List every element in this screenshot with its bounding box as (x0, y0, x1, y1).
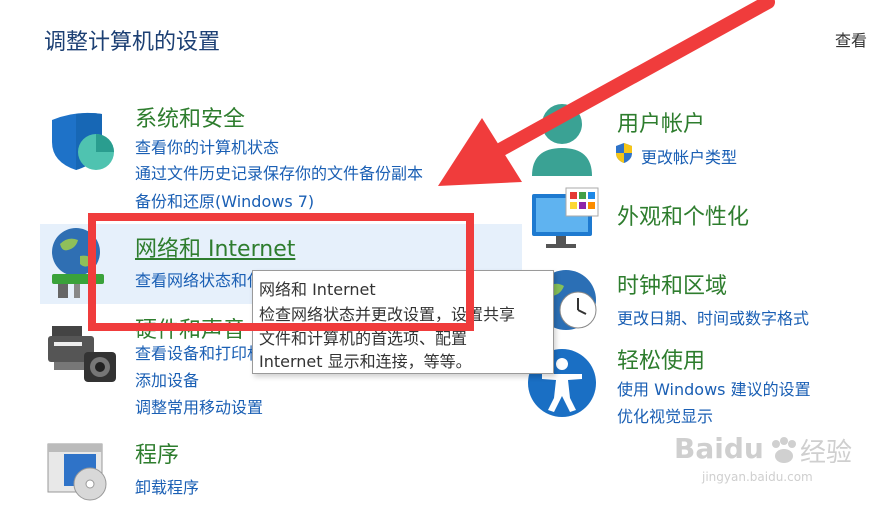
link-optimize-display[interactable]: 优化视觉显示 (617, 403, 713, 427)
programs-icon[interactable] (46, 440, 116, 502)
link-backup-restore[interactable]: 备份和还原(Windows 7) (135, 188, 314, 212)
category-programs[interactable]: 程序 (135, 437, 179, 469)
network-tooltip: 网络和 Internet 检查网络状态并更改设置，设置共享 文件和计算机的首选项… (252, 270, 554, 374)
printer-camera-icon[interactable] (46, 322, 118, 384)
link-uninstall-program[interactable]: 卸载程序 (135, 474, 199, 498)
category-user-accounts[interactable]: 用户帐户 (617, 106, 705, 138)
link-view-computer-status[interactable]: 查看你的计算机状态 (135, 134, 279, 158)
link-devices-printers[interactable]: 查看设备和打印机 (135, 340, 263, 364)
tooltip-title: 网络和 Internet (259, 280, 376, 299)
category-appearance-personalization[interactable]: 外观和个性化 (617, 199, 749, 231)
watermark-url: jingyan.baidu.com (702, 470, 813, 484)
user-accounts-icon[interactable] (528, 100, 598, 180)
baidu-jingyan-watermark: Baidu 经验 jingyan.baidu.com (668, 430, 868, 500)
tooltip-line: 检查网络状态并更改设置，设置共享 (259, 305, 516, 324)
globe-network-icon[interactable] (46, 226, 116, 302)
link-recommended-settings[interactable]: 使用 Windows 建议的设置 (617, 376, 811, 400)
tooltip-line: 文件和计算机的首选项、配置 (259, 329, 468, 348)
view-by-label[interactable]: 查看 (835, 27, 867, 51)
link-change-date-time-format[interactable]: 更改日期、时间或数字格式 (617, 305, 809, 329)
link-file-history-backup[interactable]: 通过文件历史记录保存你的文件备份副本 (135, 160, 423, 184)
uac-shield-icon (616, 143, 632, 163)
paw-icon (772, 437, 796, 463)
category-ease-of-access[interactable]: 轻松使用 (617, 343, 705, 375)
watermark-brand: Baidu (674, 432, 764, 465)
page-title: 调整计算机的设置 (44, 30, 221, 55)
tooltip-line: Internet 显示和连接，等等。 (259, 352, 472, 371)
category-network-internet[interactable]: 网络和 Internet (135, 231, 295, 263)
link-mobility-settings[interactable]: 调整常用移动设置 (135, 394, 263, 418)
link-add-device[interactable]: 添加设备 (135, 367, 199, 391)
category-system-security[interactable]: 系统和安全 (135, 101, 245, 133)
shield-icon[interactable] (46, 108, 116, 172)
link-change-account-type[interactable]: 更改帐户类型 (641, 144, 737, 168)
category-clock-region[interactable]: 时钟和区域 (617, 268, 727, 300)
watermark-chinese: 经验 (800, 438, 853, 468)
appearance-monitor-icon[interactable] (530, 186, 602, 250)
